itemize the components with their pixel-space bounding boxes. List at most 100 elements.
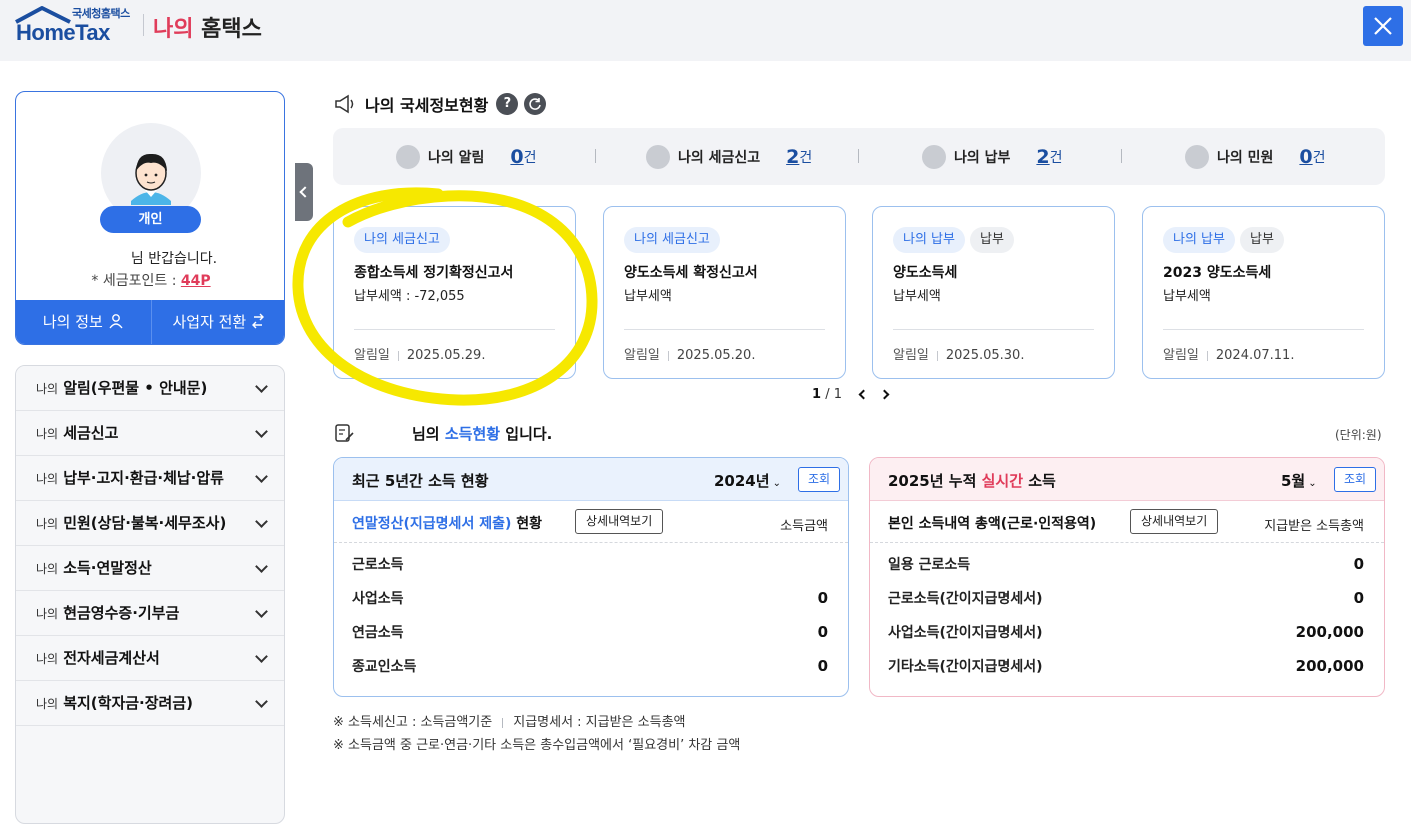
row-value: 0 [1353, 555, 1364, 573]
row-value: 0 [1353, 589, 1364, 607]
tax-points: * 세금포인트 : 44P [16, 270, 284, 290]
sidebar-item-e-invoice[interactable]: 나의 전자세금계산서 [16, 636, 284, 681]
sidebar-item-tax-filing[interactable]: 나의 세금신고 [16, 411, 284, 456]
footnote-line: ※ 소득금액 중 근로·연금·기타 소득은 총수입금액에서 ‘필요경비’ 차감 … [333, 738, 741, 753]
date-value: 2025.05.29. [406, 348, 486, 363]
row-label: 사업소득(간이지급명세서) [888, 625, 1043, 641]
sidebar-collapse-toggle[interactable] [295, 163, 313, 221]
details-button[interactable]: 상세내역보기 [575, 509, 664, 534]
card-title: 양도소득세 확정신고서 [624, 265, 758, 281]
close-button[interactable] [1363, 6, 1403, 46]
sidebar-item-notifications[interactable]: 나의 알림(우편물 • 안내문) [16, 366, 284, 411]
menu-label: 복지(학자금·장려금) [63, 694, 193, 712]
menu-label: 납부·고지·환급·체납·압류 [63, 469, 224, 487]
menu-prefix: 나의 [36, 697, 59, 711]
income-rows: 근로소득 사업소득 0 연금소득 0 종교인소득 0 [334, 543, 848, 682]
notice-card[interactable]: 나의 납부 납부 양도소득세 납부세액 알림일 2025.05.30. [872, 206, 1115, 379]
date-separator [1206, 350, 1208, 361]
summary-separator [1121, 149, 1122, 163]
card-title: 2023 양도소득세 [1163, 265, 1272, 281]
panel-title-highlight: 실시간 [981, 472, 1023, 490]
year-select[interactable]: 2024년 ⌄ [714, 470, 781, 491]
panel-title-post: 소득 [1023, 472, 1056, 490]
row-value: 200,000 [1295, 657, 1364, 675]
summary-tax-filing[interactable]: 나의 세금신고 2건 [646, 128, 812, 185]
summary-unit: 건 [1312, 149, 1326, 166]
summary-count[interactable]: 2 [786, 146, 799, 168]
sidebar-item-payment[interactable]: 나의 납부·고지·환급·체납·압류 [16, 456, 284, 501]
chevron-down-icon [255, 560, 268, 573]
table-row: 연금소득 0 [334, 614, 848, 648]
my-info-label: 나의 정보 [42, 313, 103, 331]
details-button[interactable]: 상세내역보기 [1130, 509, 1219, 534]
chevron-down-icon: ⌄ [1308, 478, 1317, 489]
card-pager: 1 / 1 [812, 387, 890, 402]
profile-actions: 나의 정보 사업자 전환 [16, 300, 285, 344]
column-header: 소득금액 [780, 519, 828, 534]
person-icon [109, 314, 123, 329]
summary-count[interactable]: 0 [1299, 146, 1312, 168]
sidebar-item-cash-receipt[interactable]: 나의 현금영수증·기부금 [16, 591, 284, 636]
row-value: 0 [817, 657, 828, 675]
chip-row: 나의 세금신고 [354, 227, 455, 253]
chevron-down-icon [255, 650, 268, 663]
sidebar-item-welfare[interactable]: 나의 복지(학자금·장려금) [16, 681, 284, 726]
tax-points-label: * 세금포인트 : [91, 273, 181, 289]
summary-label: 나의 알림 [428, 149, 485, 166]
row-value: 200,000 [1295, 623, 1364, 641]
tax-points-value[interactable]: 44P [181, 273, 211, 289]
menu-label: 알림(우편물 • 안내문) [63, 379, 208, 397]
next-page-icon[interactable] [879, 389, 890, 400]
income-section-title: 님의 소득현황 입니다. [333, 422, 552, 444]
category-chip: 나의 세금신고 [354, 227, 450, 253]
notice-card[interactable]: 나의 세금신고 양도소득세 확정신고서 납부세액 알림일 2025.05.20. [603, 206, 846, 379]
help-icon[interactable]: ? [496, 93, 519, 115]
prev-page-icon[interactable] [858, 389, 869, 400]
card-divider [354, 329, 555, 330]
query-button[interactable]: 조회 [798, 467, 840, 492]
my-info-button[interactable]: 나의 정보 [16, 300, 151, 344]
chip-row: 나의 납부 납부 [893, 227, 1019, 253]
panel-subheader: 본인 소득내역 총액(근로·인적용역) 상세내역보기 지급받은 소득총액 [870, 501, 1384, 543]
notice-card[interactable]: 나의 세금신고 종합소득세 정기확정신고서 납부세액 : -72,055 알림일… [333, 206, 576, 379]
sidebar-item-income[interactable]: 나의 소득·연말정산 [16, 546, 284, 591]
card-title: 양도소득세 [893, 265, 958, 281]
document-edit-icon [335, 424, 354, 442]
footnote-text: 지급명세서 : 지급받은 소득총액 [513, 715, 686, 730]
row-label: 종교인소득 [352, 659, 417, 675]
summary-count[interactable]: 0 [510, 146, 523, 168]
summary-civil-affairs[interactable]: 나의 민원 0건 [1185, 128, 1326, 185]
row-label: 사업소득 [352, 591, 404, 607]
profile-card: 개인 님 반갑습니다. * 세금포인트 : 44P 나의 정보 사업자 전환 [15, 91, 285, 345]
refresh-icon[interactable] [524, 93, 547, 115]
query-button[interactable]: 조회 [1334, 467, 1376, 492]
table-row: 근로소득(간이지급명세서) 0 [870, 580, 1384, 614]
chevron-down-icon [255, 515, 268, 528]
menu-label: 세금신고 [63, 424, 119, 442]
document-edit-icon [646, 144, 670, 169]
card-date: 알림일 2025.05.20. [624, 344, 755, 363]
summary-label: 나의 세금신고 [678, 149, 761, 166]
chip-row: 나의 납부 납부 [1163, 227, 1289, 253]
payment-icon [922, 144, 946, 169]
type-chip: 납부 [1239, 227, 1284, 253]
hometax-logo[interactable]: 국세청홈택스 HomeTax [14, 4, 134, 45]
month-select[interactable]: 5월 ⌄ [1281, 470, 1317, 491]
menu-prefix: 나의 [36, 652, 59, 666]
summary-count[interactable]: 2 [1036, 146, 1049, 168]
date-value: 2024.07.11. [1215, 348, 1295, 363]
masked-username [84, 254, 131, 264]
footnote-text: ※ 소득세신고 : 소득금액기준 [333, 715, 493, 730]
panel-header: 2025년 누적 실시간 소득 5월 ⌄ 조회 [870, 458, 1384, 501]
chip-row: 나의 세금신고 [624, 227, 725, 253]
sidebar-item-civil-affairs[interactable]: 나의 민원(상담·불복·세무조사) [16, 501, 284, 546]
summary-payment[interactable]: 나의 납부 2건 [922, 128, 1063, 185]
summary-label: 나의 납부 [954, 149, 1011, 166]
switch-to-business-button[interactable]: 사업자 전환 [150, 300, 285, 344]
summary-notifications[interactable]: 나의 알림 0건 [396, 128, 537, 185]
greeting-text: 님 반갑습니다. [16, 248, 284, 268]
notice-card[interactable]: 나의 납부 납부 2023 양도소득세 납부세액 알림일 2024.07.11. [1142, 206, 1385, 379]
date-separator [936, 350, 938, 361]
footnotes: ※ 소득세신고 : 소득금액기준 지급명세서 : 지급받은 소득총액 ※ 소득금액… [333, 711, 740, 757]
summary-unit: 건 [1049, 149, 1063, 166]
